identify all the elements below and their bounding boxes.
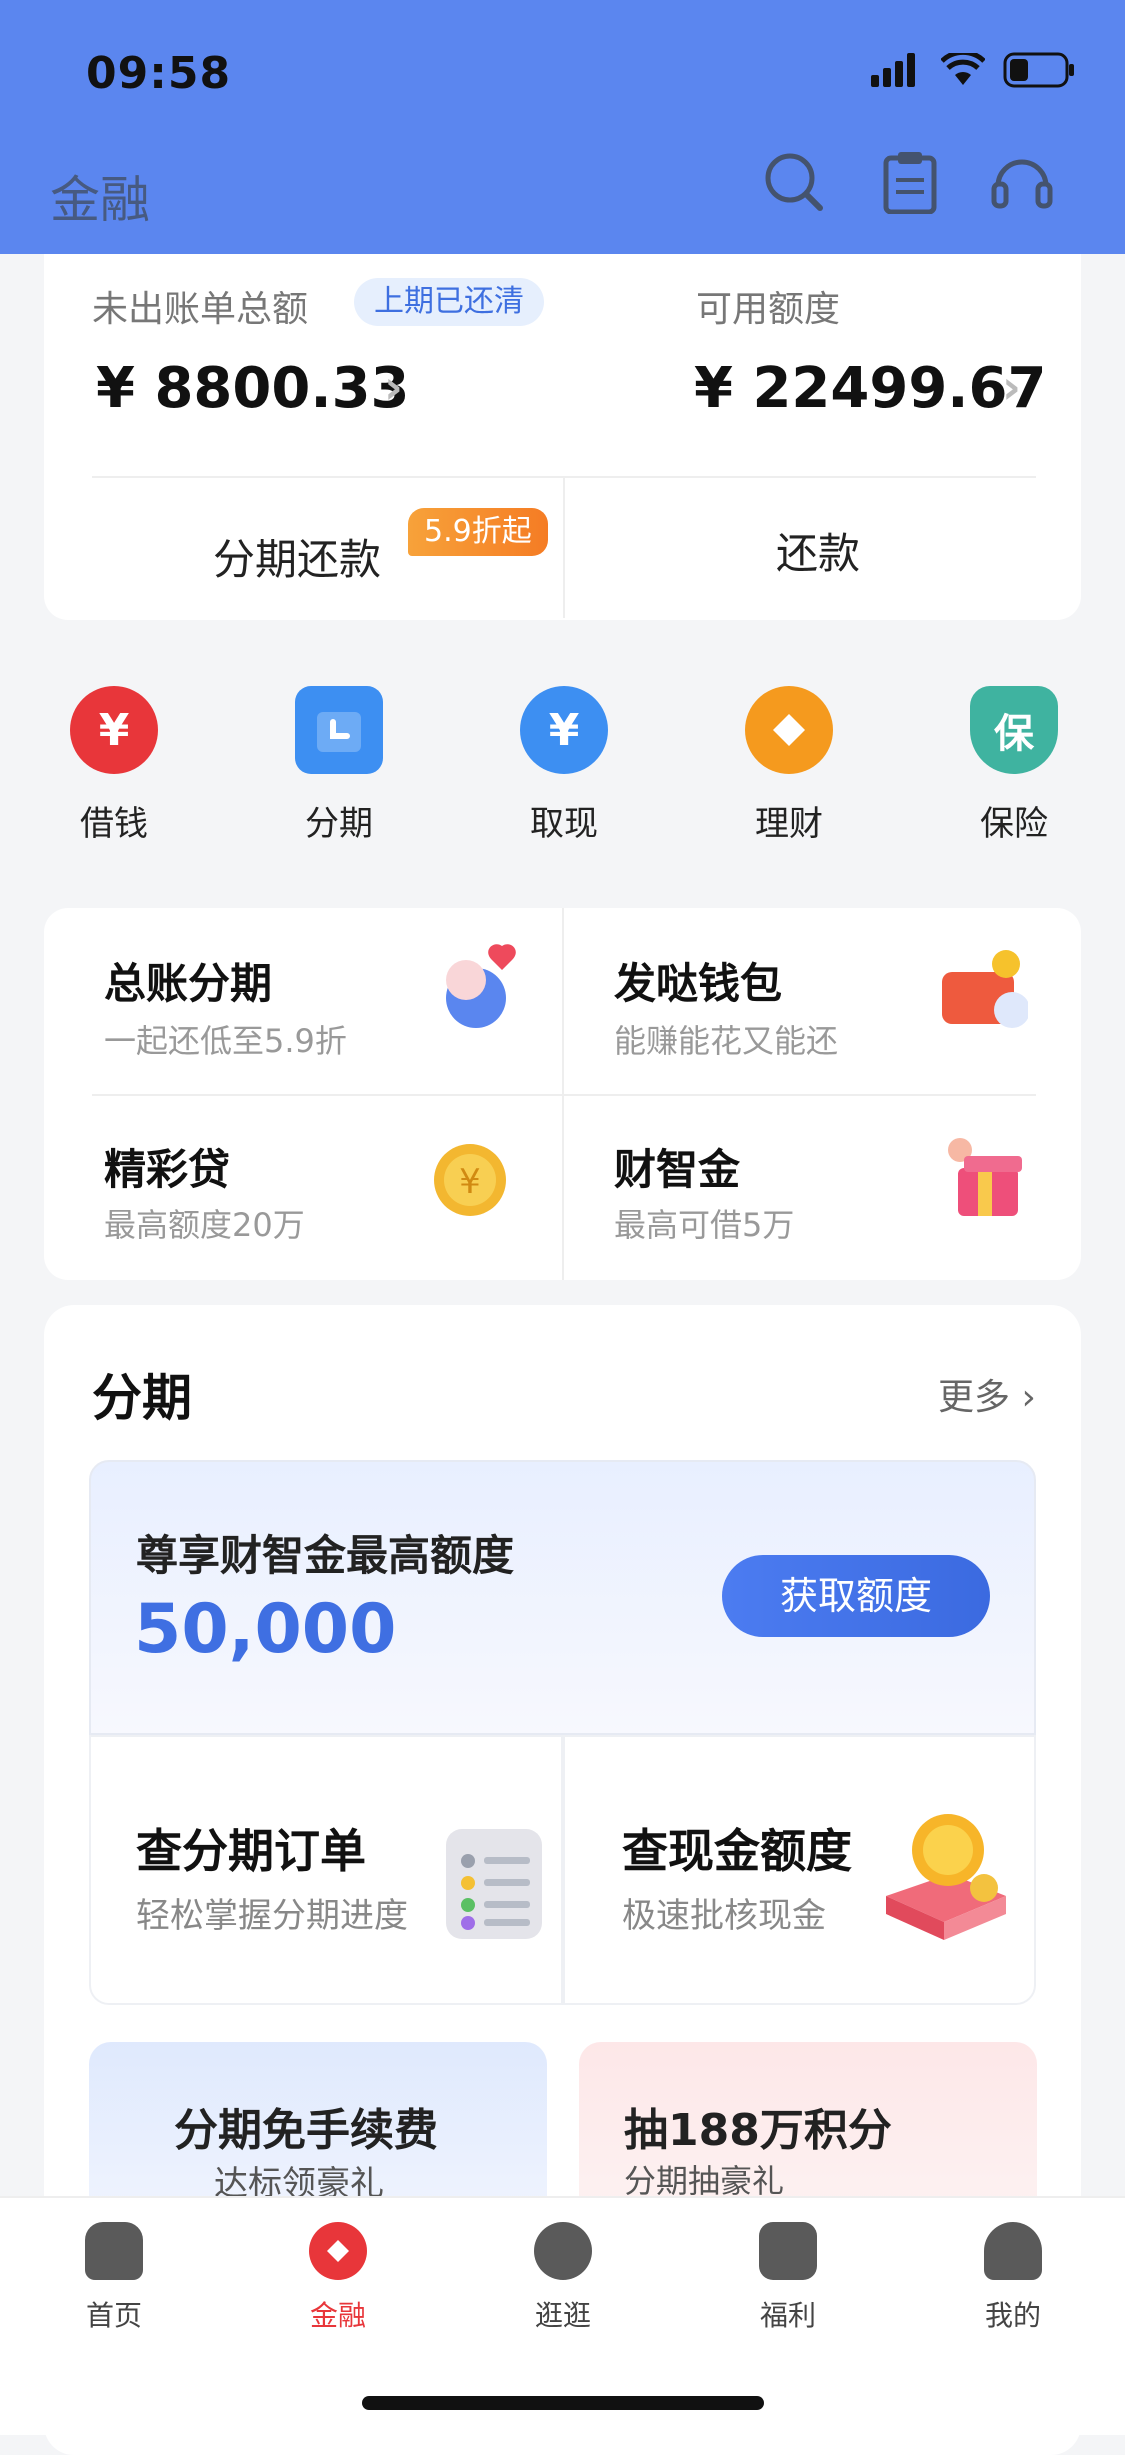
heart-hand-icon xyxy=(446,944,516,1028)
order-title: 查分期订单 xyxy=(136,1824,366,1878)
quick-action-wealth[interactable]: 理财 xyxy=(729,686,849,845)
tab-label: 首页 xyxy=(85,2299,142,2332)
more-link[interactable]: 更多 › xyxy=(938,1368,1036,1420)
tab-welfare[interactable]: 福利 xyxy=(723,2222,853,2334)
diamond-icon xyxy=(745,686,833,774)
quick-action-label: 保险 xyxy=(980,804,1048,844)
discount-tag: 5.9折起 xyxy=(408,508,548,556)
browse-icon xyxy=(534,2222,592,2280)
quick-action-label: 取现 xyxy=(530,804,598,844)
quick-action-insurance[interactable]: 保 保险 xyxy=(954,686,1074,845)
chevron-right-icon[interactable]: › xyxy=(1002,360,1021,414)
list-document-icon xyxy=(446,1829,542,1939)
coin-icon: ¥ xyxy=(434,1144,506,1216)
product-name[interactable]: 总账分期 xyxy=(104,950,272,1011)
status-time: 09:58 xyxy=(86,48,232,99)
unbilled-amount[interactable]: ¥ 8800.33 xyxy=(96,356,410,421)
tab-finance[interactable]: 金融 xyxy=(273,2222,403,2334)
status-icons xyxy=(871,52,1075,88)
product-sub: 最高额度20万 xyxy=(104,1206,305,1244)
clipboard-icon[interactable] xyxy=(878,150,942,214)
finance-icon xyxy=(309,2222,367,2280)
product-sub: 最高可借5万 xyxy=(614,1206,795,1244)
repay-button[interactable]: 还款 xyxy=(776,520,860,581)
tab-label: 我的 xyxy=(984,2299,1041,2332)
unbilled-label: 未出账单总额 xyxy=(92,289,309,330)
status-badge: 上期已还清 xyxy=(354,278,544,326)
quick-action-label: 理财 xyxy=(755,804,823,844)
available-amount[interactable]: ¥ 22499.67 xyxy=(694,356,1047,421)
divider xyxy=(92,1094,1036,1096)
signal-icon xyxy=(871,53,915,87)
wallet-icon xyxy=(942,950,1028,1028)
get-credit-button[interactable]: 获取额度 xyxy=(722,1555,990,1637)
tab-label: 金融 xyxy=(309,2299,366,2332)
cash-title: 查现金额度 xyxy=(622,1824,852,1878)
chevron-right-icon[interactable]: › xyxy=(384,360,403,414)
home-icon xyxy=(85,2222,143,2280)
calendar-icon xyxy=(295,686,383,774)
home-indicator xyxy=(362,2396,764,2410)
promo-left-title: 分期免手续费 xyxy=(174,2105,438,2156)
installment-repay-button[interactable]: 分期还款 xyxy=(213,526,381,587)
promo-right-title: 抽188万积分 xyxy=(624,2105,892,2156)
yuan-icon: ¥ xyxy=(70,686,158,774)
search-icon[interactable] xyxy=(762,150,826,214)
tab-profile[interactable]: 我的 xyxy=(948,2222,1078,2334)
product-sub: 能赚能花又能还 xyxy=(614,1022,839,1060)
svg-text:¥: ¥ xyxy=(459,1162,481,1202)
cash-sub: 极速批核现金 xyxy=(622,1896,826,1936)
product-name[interactable]: 财智金 xyxy=(614,1136,740,1197)
top-header xyxy=(0,0,1125,254)
divider xyxy=(563,478,565,618)
tab-home[interactable]: 首页 xyxy=(49,2222,179,2334)
quick-action-label: 分期 xyxy=(305,804,373,844)
tab-label: 福利 xyxy=(759,2299,816,2332)
section-title: 分期 xyxy=(92,1369,192,1427)
battery-icon xyxy=(1003,52,1074,88)
quick-action-installment[interactable]: 分期 xyxy=(279,686,399,845)
quick-action-borrow[interactable]: ¥ 借钱 xyxy=(54,686,174,845)
gift-box-icon xyxy=(948,1138,1022,1216)
page-title: 金融 xyxy=(50,171,150,229)
wifi-icon xyxy=(941,53,985,85)
headset-icon[interactable] xyxy=(990,150,1054,214)
cash-hand-icon: ¥ xyxy=(520,686,608,774)
available-label: 可用额度 xyxy=(696,289,841,330)
quick-action-label: 借钱 xyxy=(80,804,148,844)
profile-icon xyxy=(984,2222,1042,2280)
quick-action-cash[interactable]: ¥ 取现 xyxy=(504,686,624,845)
coin-stack-icon xyxy=(886,1814,1006,1940)
product-name[interactable]: 发哒钱包 xyxy=(614,950,782,1011)
promo-amount: 50,000 xyxy=(134,1590,397,1669)
product-name[interactable]: 精彩贷 xyxy=(104,1136,230,1197)
gift-icon xyxy=(759,2222,817,2280)
shield-icon: 保 xyxy=(970,686,1058,774)
tab-browse[interactable]: 逛逛 xyxy=(498,2222,628,2334)
more-label: 更多 xyxy=(938,1377,1011,1418)
order-sub: 轻松掌握分期进度 xyxy=(136,1896,408,1936)
tab-label: 逛逛 xyxy=(534,2299,591,2332)
promo-text: 尊享财智金最高额度 xyxy=(136,1531,515,1580)
product-sub: 一起还低至5.9折 xyxy=(104,1022,347,1060)
